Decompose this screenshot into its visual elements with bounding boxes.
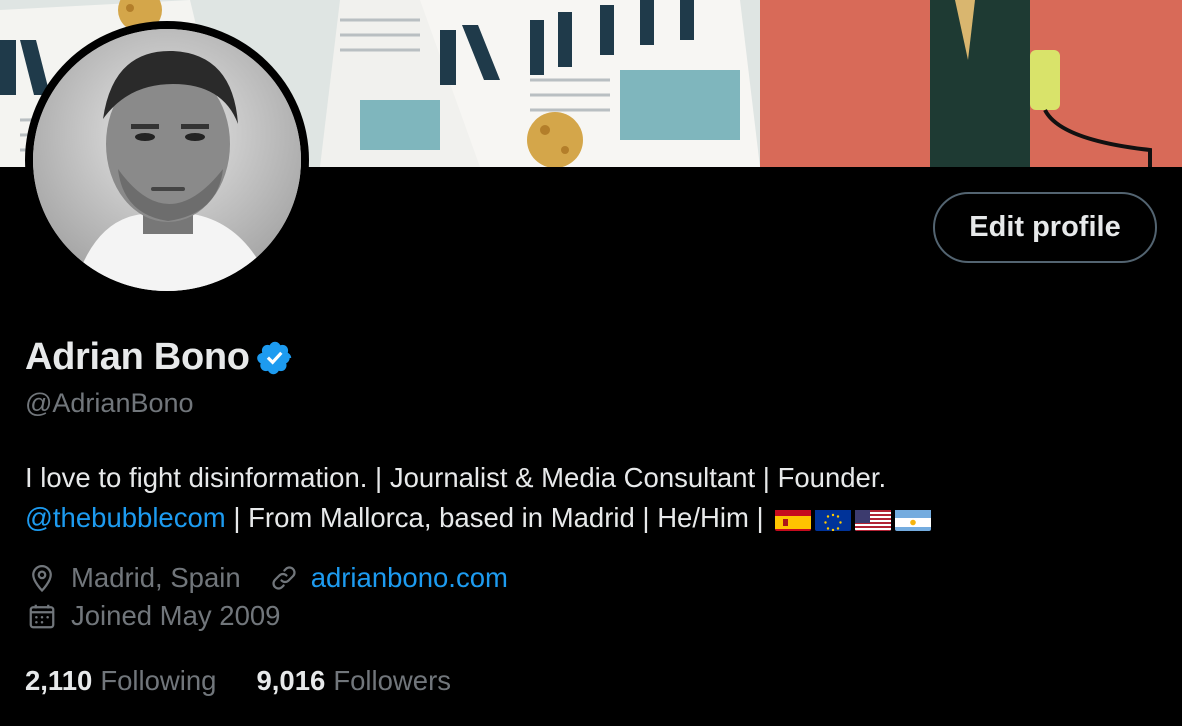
- profile-stats: 2,110 Following 9,016 Followers: [25, 665, 491, 697]
- profile-bio: I love to fight disinformation. | Journa…: [25, 458, 1125, 538]
- followers-count: 9,016: [256, 665, 326, 696]
- spain-flag-icon: [775, 506, 812, 531]
- avatar-photo: [33, 29, 301, 291]
- profile-avatar[interactable]: [25, 21, 309, 299]
- bio-line-2: @thebubblecom | From Mallorca, based in …: [25, 498, 1125, 538]
- profile-website-link[interactable]: adrianbono.com: [311, 562, 508, 594]
- edit-profile-button[interactable]: Edit profile: [933, 192, 1157, 263]
- profile-handle: @AdrianBono: [25, 388, 194, 418]
- profile-joined-row: Joined May 2009: [27, 600, 280, 632]
- argentina-flag-icon: [895, 506, 932, 531]
- eu-flag-icon: [815, 506, 852, 531]
- verified-badge-icon[interactable]: [256, 339, 294, 377]
- profile-name: Adrian Bono: [25, 336, 250, 378]
- profile-name-row: Adrian Bono: [25, 336, 294, 379]
- bio-line-2-text: | From Mallorca, based in Madrid | He/Hi…: [225, 502, 772, 533]
- bio-flags: [775, 506, 932, 531]
- us-flag-icon: [855, 506, 892, 531]
- following-count: 2,110: [25, 665, 93, 696]
- calendar-icon: [27, 601, 57, 631]
- profile-location: Madrid, Spain: [71, 562, 241, 593]
- profile-meta-row: Madrid, Spain adrianbono.com: [27, 562, 508, 594]
- following-link[interactable]: 2,110 Following: [25, 665, 216, 697]
- profile-joined-date: Joined May 2009: [71, 600, 281, 631]
- followers-link[interactable]: 9,016 Followers: [256, 665, 451, 697]
- following-label: Following: [100, 665, 217, 696]
- location-pin-icon: [27, 563, 57, 593]
- bio-mention-link[interactable]: @thebubblecom: [25, 502, 226, 533]
- bio-line-1: I love to fight disinformation. | Journa…: [25, 462, 887, 493]
- link-icon: [269, 563, 299, 593]
- followers-label: Followers: [333, 665, 451, 696]
